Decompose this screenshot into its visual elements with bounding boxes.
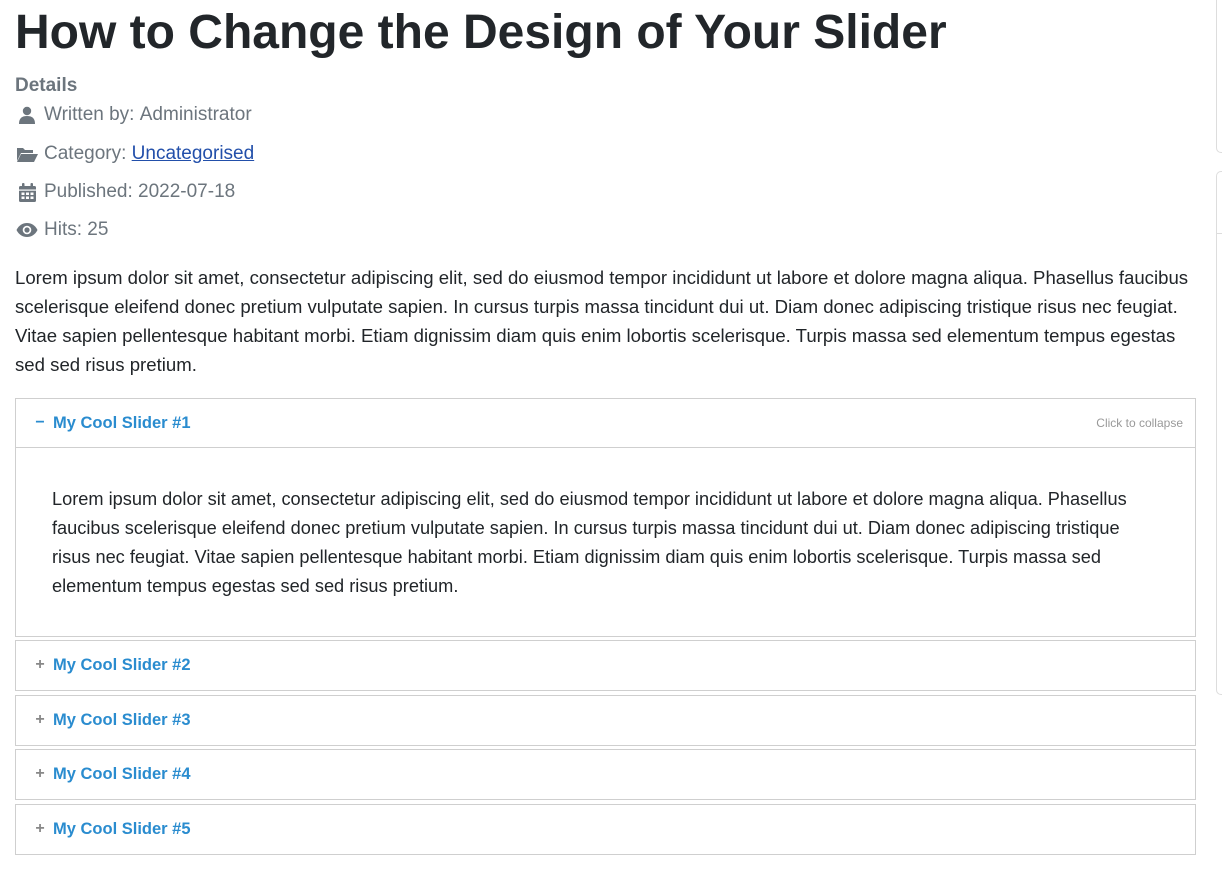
details-heading: Details	[15, 75, 78, 96]
slider-1-title: My Cool Slider #1	[53, 413, 191, 432]
eye-icon	[15, 220, 39, 240]
expand-icon: +	[35, 820, 45, 837]
hits-label: Hits:	[44, 219, 82, 240]
published-label: Published:	[44, 181, 133, 202]
meta-category: Category: Uncategorised	[15, 142, 254, 166]
calendar-icon	[15, 182, 39, 202]
slider-5-title: My Cool Slider #5	[53, 819, 191, 838]
meta-hits: Hits: 25	[15, 218, 108, 242]
category-label: Category:	[44, 143, 127, 164]
slider-3-title: My Cool Slider #3	[53, 710, 191, 729]
slider-1-header[interactable]: − My Cool Slider #1 Click to collapse	[16, 399, 1195, 447]
article-intro: Lorem ipsum dolor sit amet, consectetur …	[15, 267, 1189, 375]
article-page: How to Change the Design of Your Slider …	[0, 0, 1222, 869]
category-link[interactable]: Uncategorised	[132, 143, 255, 165]
slider-1: − My Cool Slider #1 Click to collapse Lo…	[15, 398, 1196, 637]
sidebar-card-edge	[1216, 0, 1222, 153]
slider-2: + My Cool Slider #2	[15, 640, 1196, 691]
meta-author: Written by: Administrator	[15, 103, 252, 127]
slider-4: + My Cool Slider #4	[15, 749, 1196, 800]
slider-2-title: My Cool Slider #2	[53, 655, 191, 674]
user-icon	[15, 105, 39, 125]
slider-5: + My Cool Slider #5	[15, 804, 1196, 855]
slider-2-header[interactable]: + My Cool Slider #2	[16, 641, 1195, 689]
folder-open-icon	[15, 144, 39, 164]
expand-icon: +	[35, 711, 45, 728]
collapse-hint: Click to collapse	[1096, 416, 1183, 430]
expand-icon: +	[35, 656, 45, 673]
page-title: How to Change the Design of Your Slider	[15, 6, 947, 59]
slider-5-header[interactable]: + My Cool Slider #5	[16, 805, 1195, 853]
slider-4-title: My Cool Slider #4	[53, 764, 191, 783]
sidebar-card-edge	[1216, 171, 1222, 695]
meta-published: Published: 2022-07-18	[15, 180, 235, 204]
slider-1-content: Lorem ipsum dolor sit amet, consectetur …	[16, 447, 1195, 597]
author-value: Administrator	[139, 104, 252, 125]
author-label: Written by:	[44, 104, 135, 125]
slider-1-text: Lorem ipsum dolor sit amet, consectetur …	[52, 489, 1127, 596]
published-value: 2022-07-18	[138, 181, 236, 202]
sidebar-card-divider	[1217, 233, 1222, 234]
hits-value: 25	[87, 219, 109, 240]
slider-4-header[interactable]: + My Cool Slider #4	[16, 750, 1195, 798]
collapse-icon: −	[35, 414, 45, 431]
expand-icon: +	[35, 765, 45, 782]
slider-3: + My Cool Slider #3	[15, 695, 1196, 746]
slider-3-header[interactable]: + My Cool Slider #3	[16, 696, 1195, 744]
